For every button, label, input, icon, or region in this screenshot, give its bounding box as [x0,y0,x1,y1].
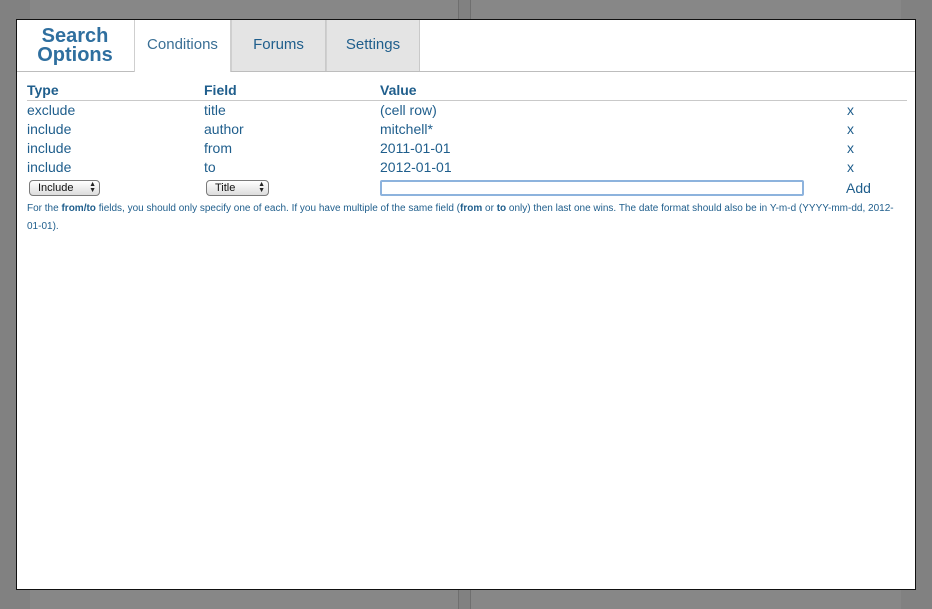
row-type: include [27,140,72,156]
remove-condition-button[interactable]: x [847,140,854,156]
updown-arrows-icon: ▲ ▼ [89,181,96,194]
tab-conditions[interactable]: Conditions [134,20,231,72]
help-text-part: fields, you should only specify one of e… [95,203,461,214]
type-select-value: Include [38,182,74,194]
row-field: to [204,159,216,175]
remove-condition-button[interactable]: x [847,102,854,118]
help-text: For the from/to fields, you should only … [27,200,897,236]
column-header-type: Type [27,82,59,98]
modal-header: Search Options Conditions Forums Setting… [17,20,915,72]
help-text-part: or [482,203,497,214]
row-value: (cell row) [380,102,437,118]
table-row: include author mitchell* x [27,121,907,140]
value-input[interactable] [380,180,804,196]
row-field: from [204,140,232,156]
help-text-bold: from [460,203,483,214]
help-text-part: For the [27,203,62,214]
header-divider [27,100,907,101]
row-type: include [27,121,72,137]
help-text-bold: from/to [61,203,96,214]
tab-settings[interactable]: Settings [326,20,420,71]
row-field: author [204,121,244,137]
type-select[interactable]: Include ▲ ▼ [29,180,100,196]
row-field: title [204,102,226,118]
row-value: mitchell* [380,121,433,137]
field-select-value: Title [215,182,236,194]
remove-condition-button[interactable]: x [847,159,854,175]
updown-arrows-icon: ▲ ▼ [258,181,265,194]
new-condition-row: Include ▲ ▼ Title ▲ ▼ Add [27,180,907,199]
remove-condition-button[interactable]: x [847,121,854,137]
help-text-bold: to [496,203,507,214]
row-type: exclude [27,102,76,118]
table-row: include to 2012-01-01 x [27,159,907,178]
row-value: 2011-01-01 [380,140,451,156]
table-row: include from 2011-01-01 x [27,140,907,159]
field-select[interactable]: Title ▲ ▼ [206,180,269,196]
table-row: exclude title (cell row) x [27,102,907,121]
row-type: include [27,159,72,175]
column-header-field: Field [204,82,237,98]
row-value: 2012-01-01 [380,159,452,175]
modal-title-line2: Options [37,44,113,66]
column-header-value: Value [380,82,417,98]
tab-forums[interactable]: Forums [231,20,326,71]
search-options-modal: Search Options Conditions Forums Setting… [16,19,916,590]
modal-title: Search Options [23,26,127,66]
add-condition-button[interactable]: Add [846,180,871,196]
